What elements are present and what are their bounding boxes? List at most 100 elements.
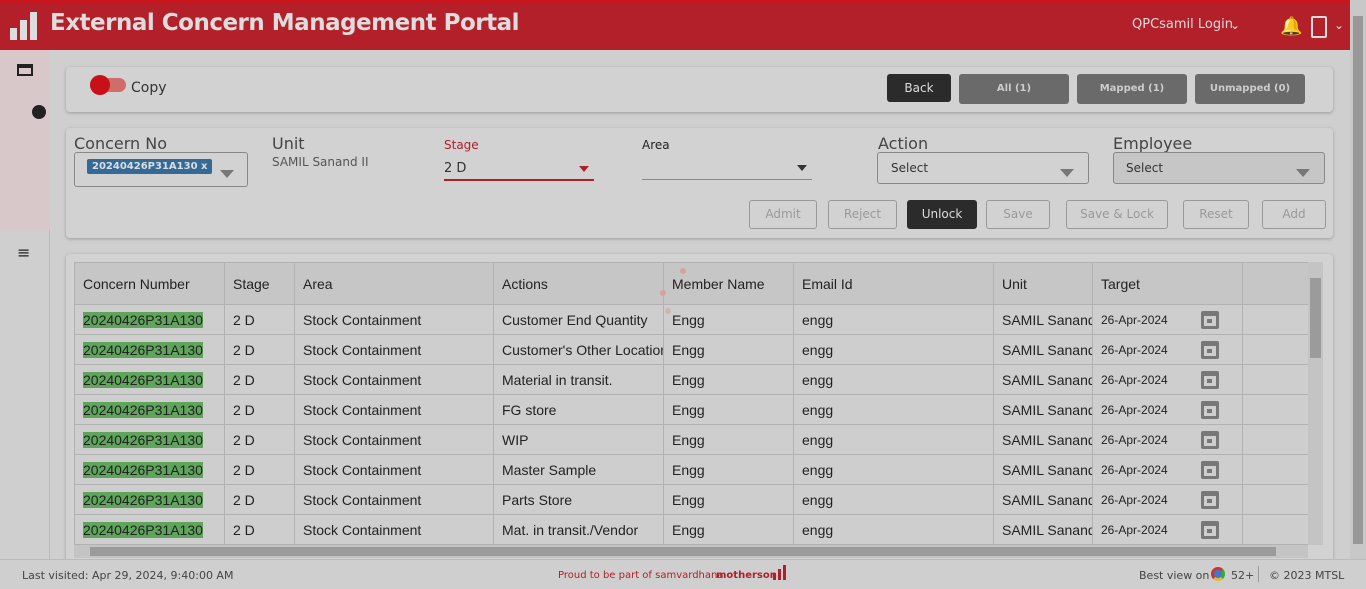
user-menu[interactable]: QPCsamil Login [1132, 17, 1233, 32]
table-cell: SAMIL Sanand II [993, 454, 1093, 485]
chevron-down-icon[interactable]: ⌄ [1334, 18, 1344, 32]
browser-version: 52+ [1231, 569, 1255, 582]
table-cell: SAMIL Sanand II [993, 484, 1093, 515]
table-row: 20240426P31A130 2 D Stock Containment Parts… [74, 484, 1309, 515]
table-vertical-scrollbar[interactable] [1308, 262, 1323, 545]
sidebar: ≡ [0, 50, 50, 559]
table-cell [1242, 394, 1309, 425]
area-label: Area [642, 138, 670, 152]
table-cell: 2 D [224, 334, 295, 365]
table-cell: 2 D [224, 514, 295, 545]
menu-icon[interactable]: ≡ [17, 243, 30, 262]
employee-select[interactable]: Select [1113, 152, 1325, 184]
column-header[interactable]: Area [294, 262, 494, 305]
table-cell: Stock Containment [294, 424, 494, 455]
save-lock-button[interactable]: Save & Lock [1066, 200, 1168, 229]
table-cell: 20240426P31A130 [74, 514, 225, 545]
table-cell: 20240426P31A130 [74, 304, 225, 335]
back-button[interactable]: Back [887, 74, 951, 102]
table-cell: Customer's Other Location [493, 334, 664, 365]
reject-button[interactable]: Reject [828, 200, 897, 229]
calendar-icon[interactable] [1201, 521, 1219, 539]
column-header[interactable]: Unit [993, 262, 1093, 305]
target-date: 26-Apr-2024 [1101, 492, 1168, 507]
concern-no-label: Concern No [74, 134, 168, 153]
table-row: 20240426P31A130 2 D Stock Containment FG st… [74, 394, 1309, 425]
reset-button[interactable]: Reset [1183, 200, 1249, 229]
concern-number: 20240426P31A130 [83, 431, 203, 448]
chevron-down-icon[interactable]: ⌄ [1230, 18, 1240, 32]
table-cell: Stock Containment [294, 304, 494, 335]
table-cell: 26-Apr-2024 [1092, 304, 1243, 335]
column-header[interactable]: Actions [493, 262, 664, 305]
copy-toggle[interactable] [90, 75, 126, 95]
table-cell: 20240426P31A130 [74, 454, 225, 485]
table-cell: FG store [493, 394, 664, 425]
stage-select[interactable]: 2 D [444, 155, 594, 181]
chrome-icon [1211, 567, 1225, 581]
save-button[interactable]: Save [986, 200, 1050, 229]
table-cell: Material in transit. [493, 364, 664, 395]
calendar-icon[interactable] [1201, 311, 1219, 329]
concern-number: 20240426P31A130 [83, 311, 203, 328]
table-cell: 26-Apr-2024 [1092, 514, 1243, 545]
admit-button[interactable]: Admit [749, 200, 817, 229]
table-cell: Stock Containment [294, 364, 494, 395]
table-cell: Mat. in transit./Vendor [493, 514, 664, 545]
column-header[interactable]: Stage [224, 262, 295, 305]
all-tab[interactable]: All (1) [959, 74, 1069, 104]
column-header[interactable]: Target [1092, 262, 1243, 305]
table-cell: Parts Store [493, 484, 664, 515]
table-cell: engg [793, 424, 994, 455]
concern-number: 20240426P31A130 [83, 341, 203, 358]
table-cell: 2 D [224, 424, 295, 455]
calendar-icon[interactable] [1201, 341, 1219, 359]
calendar-icon[interactable] [1201, 491, 1219, 509]
report-icon[interactable] [1311, 16, 1327, 38]
concern-number: 20240426P31A130 [83, 461, 203, 478]
column-header[interactable]: Concern Number [74, 262, 225, 305]
table-cell: 20240426P31A130 [74, 424, 225, 455]
calendar-icon[interactable] [1201, 371, 1219, 389]
table-cell [1242, 454, 1309, 485]
table-cell: SAMIL Sanand II [993, 364, 1093, 395]
card-icon[interactable] [17, 64, 33, 76]
action-select[interactable]: Select [877, 152, 1089, 184]
table-cell: engg [793, 364, 994, 395]
table-cell: 20240426P31A130 [74, 364, 225, 395]
target-date: 26-Apr-2024 [1101, 312, 1168, 327]
table-cell: 2 D [224, 454, 295, 485]
mapped-tab[interactable]: Mapped (1) [1077, 74, 1187, 104]
table-cell [1242, 334, 1309, 365]
table-row: 20240426P31A130 2 D Stock Containment Mat. … [74, 514, 1309, 545]
user-icon[interactable] [32, 105, 46, 119]
table-cell: 26-Apr-2024 [1092, 454, 1243, 485]
page-scrollbar[interactable] [1350, 0, 1366, 559]
column-header[interactable] [1242, 262, 1309, 305]
calendar-icon[interactable] [1201, 461, 1219, 479]
table-cell: Stock Containment [294, 334, 494, 365]
target-date: 26-Apr-2024 [1101, 372, 1168, 387]
table-cell: Customer End Quantity [493, 304, 664, 335]
table-horizontal-scrollbar[interactable] [74, 545, 1308, 558]
table-cell: 2 D [224, 394, 295, 425]
target-date: 26-Apr-2024 [1101, 522, 1168, 537]
loading-spinner-icon [665, 308, 671, 314]
copy-label: Copy [131, 80, 167, 96]
concern-number: 20240426P31A130 [83, 401, 203, 418]
add-button[interactable]: Add [1262, 200, 1326, 229]
unlock-button[interactable]: Unlock [907, 200, 977, 229]
concern-chip[interactable]: 20240426P31A130 x [87, 159, 213, 174]
employee-value: Select [1126, 161, 1164, 175]
footer: Last visited: Apr 29, 2024, 9:40:00 AM P… [0, 559, 1366, 589]
app-logo-icon [10, 12, 37, 40]
calendar-icon[interactable] [1201, 431, 1219, 449]
area-select[interactable] [642, 155, 812, 180]
column-header[interactable]: Email Id [793, 262, 994, 305]
bell-icon[interactable]: 🔔 [1280, 16, 1302, 37]
table-row: 20240426P31A130 2 D Stock Containment Custo… [74, 304, 1309, 335]
calendar-icon[interactable] [1201, 401, 1219, 419]
unmapped-tab[interactable]: Unmapped (0) [1195, 74, 1305, 104]
copyright: © 2023 MTSL [1269, 569, 1345, 582]
target-date: 26-Apr-2024 [1101, 462, 1168, 477]
